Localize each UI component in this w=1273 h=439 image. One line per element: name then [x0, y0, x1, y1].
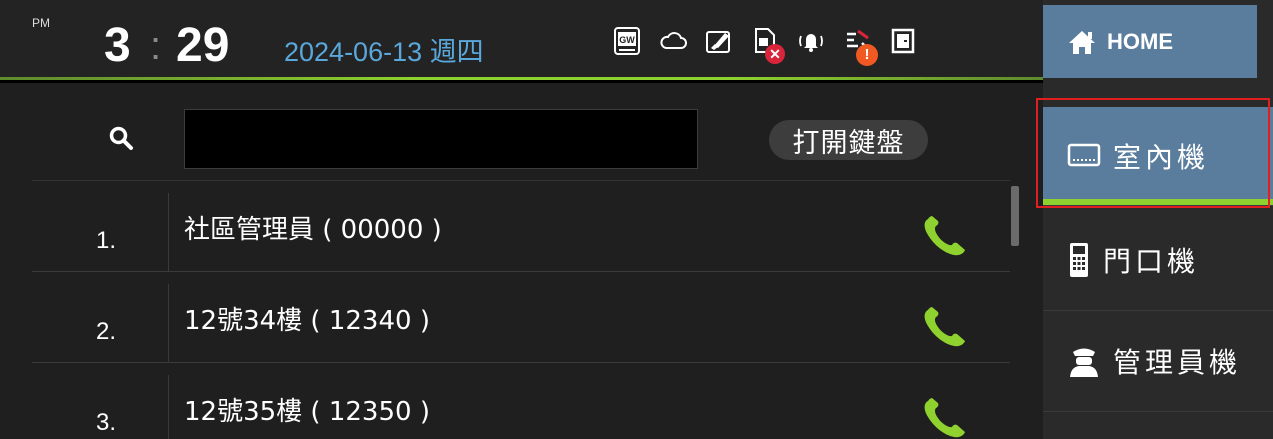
list-item-name: 12號35樓 ( 12350 ) [184, 397, 430, 427]
sidebar-item-label: 管理員機 [1113, 346, 1242, 379]
clean-icon [696, 22, 742, 66]
sidebar-item-indoor-unit[interactable]: 室內機 [1043, 107, 1273, 206]
active-indicator [1043, 199, 1273, 205]
svg-text:GW: GW [619, 35, 635, 45]
sidebar: HOME 室內機 門口機 管理員機 [1043, 0, 1273, 439]
search-icon [109, 126, 133, 150]
sidebar-item-label: 室內機 [1113, 141, 1210, 174]
warning-badge: ! [856, 44, 878, 66]
indoor-monitor-icon [1067, 143, 1101, 167]
sidebar-item-label: 門口機 [1103, 245, 1200, 278]
list-item-name: 社區管理員 ( 00000 ) [184, 215, 442, 245]
sim-error-icon: ✕ [742, 22, 788, 66]
cloud-icon [650, 22, 696, 66]
home-button[interactable]: HOME [1043, 5, 1257, 78]
list-item-divider [168, 193, 169, 271]
list-item[interactable]: 2. 12號34樓 ( 12340 ) [32, 272, 1010, 363]
scrollbar-thumb[interactable] [1011, 186, 1019, 246]
search-input[interactable] [184, 109, 698, 169]
home-icon [1069, 30, 1095, 54]
home-label: HOME [1107, 28, 1173, 54]
list-item-divider [168, 284, 169, 362]
status-bar-accent-line [0, 77, 1043, 80]
gw-icon: GW [604, 22, 650, 66]
clock-hour: 3 [104, 19, 131, 72]
door-station-icon [1070, 243, 1088, 277]
sidebar-item-guard-station[interactable]: 管理員機 [1043, 311, 1273, 412]
status-icons: GW ✕ ! [604, 22, 926, 66]
error-badge: ✕ [765, 44, 785, 64]
phone-call-icon[interactable] [920, 395, 972, 439]
guard-icon [1070, 348, 1098, 377]
list-item-index: 1. [96, 227, 117, 254]
ampm-indicator: PM [32, 16, 50, 30]
list-item-name: 12號34樓 ( 12340 ) [184, 306, 430, 336]
list-item[interactable]: 1. 社區管理員 ( 00000 ) [32, 181, 1010, 272]
clock-colon: : [150, 24, 162, 68]
bell-ringing-icon [788, 22, 834, 66]
date-display: 2024-06-13 週四 [284, 37, 484, 67]
list-item-index: 2. [96, 318, 117, 345]
phone-call-icon[interactable] [920, 213, 972, 259]
status-bar: PM 3 : 29 2024-06-13 週四 GW ✕ ! [0, 0, 1043, 80]
list-item-index: 3. [96, 409, 117, 436]
clock-minute: 29 [176, 19, 230, 72]
list-item[interactable]: 3. 12號35樓 ( 12350 ) [32, 363, 1010, 439]
phone-call-icon[interactable] [920, 304, 972, 350]
door-icon [880, 22, 926, 66]
network-warning-icon: ! [834, 22, 880, 66]
open-keyboard-button[interactable]: 打開鍵盤 [769, 120, 928, 160]
contact-panel: 打開鍵盤 1. 社區管理員 ( 00000 ) 2. 12號34樓 ( 1234… [0, 83, 1043, 439]
list-item-divider [168, 375, 169, 439]
sidebar-item-door-station[interactable]: 門口機 [1043, 210, 1273, 311]
